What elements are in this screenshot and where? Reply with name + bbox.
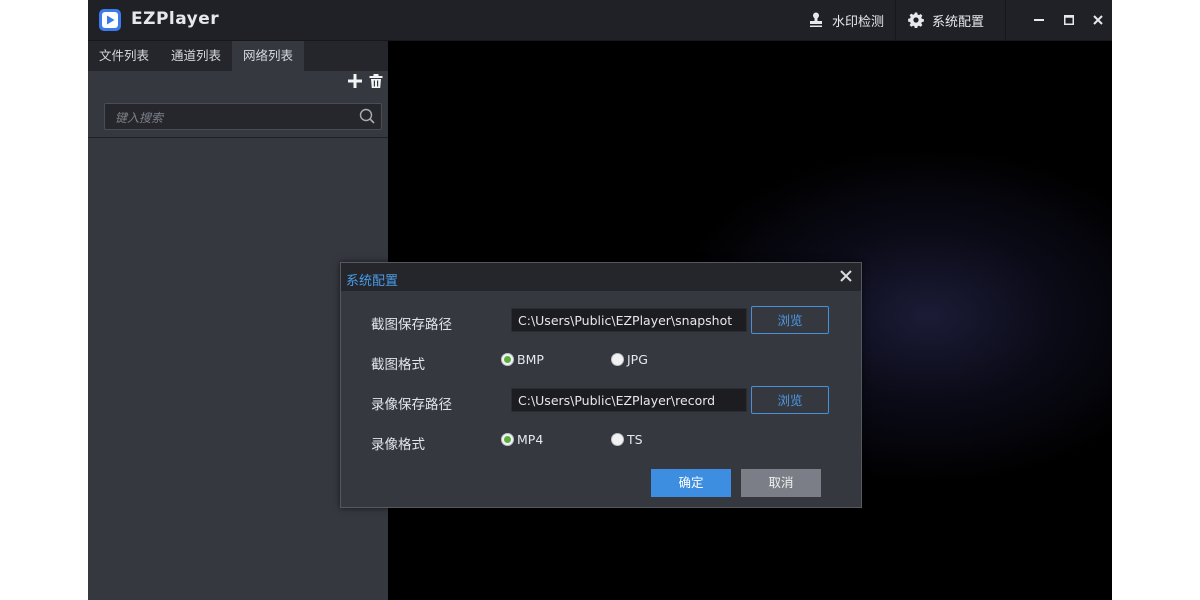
list-toolbar [347,73,384,89]
radio-unchecked-icon [611,433,624,446]
record-format-mp4-radio[interactable]: MP4 [501,432,543,447]
search-icon[interactable] [359,108,375,124]
radio-unchecked-icon [611,353,624,366]
app-title: EZPlayer [131,9,220,29]
record-path-label: 录像保存路径 [371,397,452,413]
snapshot-browse-button[interactable]: 浏览 [751,306,829,334]
cancel-button[interactable]: 取消 [741,469,821,497]
tab-file-list[interactable]: 文件列表 [88,41,160,71]
record-path-input[interactable] [511,388,747,412]
record-format-label: 录像格式 [371,437,425,453]
sidebar-tabs: 文件列表 通道列表 网络列表 [88,41,388,71]
watermark-detect-button[interactable]: 水印检测 [808,0,884,40]
record-format-ts-radio[interactable]: TS [611,432,643,447]
snapshot-format-bmp-radio[interactable]: BMP [501,352,544,367]
titlebar-divider [1005,0,1006,40]
plus-icon [348,74,362,88]
maximize-button[interactable] [1054,0,1084,40]
add-button[interactable] [347,73,363,89]
radio-checked-icon [501,353,514,366]
close-button[interactable] [1083,0,1112,40]
radio-label: MP4 [517,432,544,447]
system-settings-button[interactable]: 系统配置 [908,0,984,40]
radio-checked-icon [501,433,514,446]
radio-label: JPG [627,352,648,367]
search-input[interactable] [113,104,357,131]
snapshot-path-input[interactable] [511,308,747,332]
radio-label: BMP [517,352,544,367]
stamp-icon [810,12,822,27]
minimize-icon [1034,19,1044,21]
delete-button[interactable] [368,73,384,89]
minimize-button[interactable] [1024,0,1054,40]
titlebar-divider [895,0,896,40]
gear-icon [908,12,924,28]
close-icon [1093,15,1103,25]
record-browse-button[interactable]: 浏览 [751,386,829,414]
tab-channel-list[interactable]: 通道列表 [160,41,232,71]
snapshot-format-label: 截图格式 [371,357,425,373]
tab-network-list[interactable]: 网络列表 [232,41,304,71]
snapshot-path-label: 截图保存路径 [371,317,452,333]
dialog-title: 系统配置 [346,274,399,289]
radio-label: TS [627,432,643,447]
app-logo-icon [99,9,121,31]
dialog-close-icon[interactable] [839,269,853,283]
search-box [104,103,382,131]
ok-button[interactable]: 确定 [651,469,731,497]
title-bar: EZPlayer 水印检测 系统配置 [88,0,1112,41]
dialog-header: 系统配置 [341,263,861,291]
maximize-icon [1064,15,1074,25]
system-settings-dialog: 系统配置 截图保存路径 浏览 截图格式 BMP JPG 录像保存路径 浏览 录像… [340,262,862,508]
system-settings-label: 系统配置 [932,14,985,30]
trash-icon [369,74,383,88]
sidebar-divider [88,137,388,138]
snapshot-format-jpg-radio[interactable]: JPG [611,352,648,367]
watermark-detect-label: 水印检测 [832,14,885,30]
